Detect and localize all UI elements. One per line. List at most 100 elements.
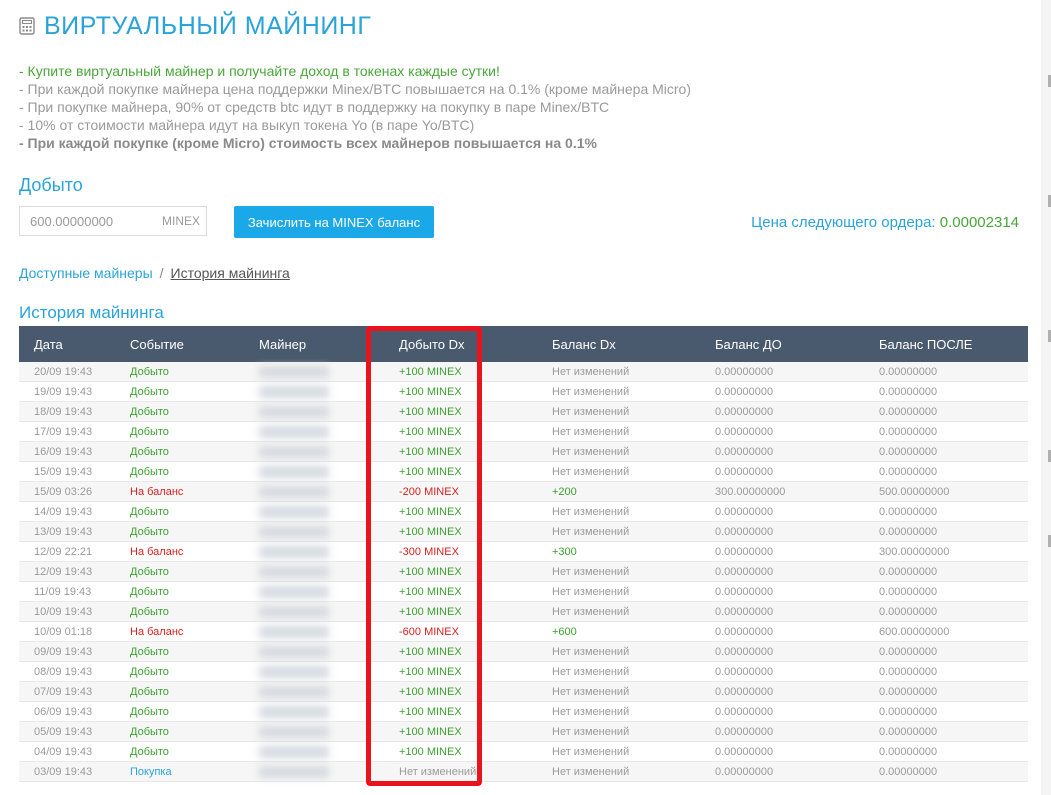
cell-balance-before: 0.00000000 xyxy=(700,521,864,542)
cell-miner xyxy=(244,761,375,782)
cell-date: 14/09 19:43 xyxy=(19,501,115,522)
cell-balance-dx: Нет изменений xyxy=(537,421,700,442)
cell-mined-dx: -200 MINEX xyxy=(375,481,537,502)
redacted-miner-name xyxy=(259,405,329,418)
redacted-miner-name xyxy=(259,565,329,578)
cell-date: 05/09 19:43 xyxy=(19,721,115,742)
cell-date: 09/09 19:43 xyxy=(19,641,115,662)
info-line: - При каждой покупке майнера цена поддер… xyxy=(19,81,691,97)
column-header-date[interactable]: Дата xyxy=(19,326,115,362)
column-header-balance-after[interactable]: Баланс ПОСЛЕ xyxy=(864,326,1028,362)
cell-balance-after: 0.00000000 xyxy=(864,741,1028,762)
cell-miner xyxy=(244,421,375,442)
cell-date: 19/09 19:43 xyxy=(19,381,115,402)
info-line: - При каждой покупке (кроме Micro) стоим… xyxy=(19,135,597,151)
cell-mined-dx: +100 MINEX xyxy=(375,741,537,762)
cell-balance-before: 0.00000000 xyxy=(700,441,864,462)
cell-balance-before: 0.00000000 xyxy=(700,601,864,622)
column-header-balance-dx[interactable]: Баланс Dx xyxy=(537,326,700,362)
page-header: ВИРТУАЛЬНЫЙ МАЙНИНГ xyxy=(18,10,371,42)
column-header-balance-before[interactable]: Баланс ДО xyxy=(700,326,864,362)
cell-balance-after: 0.00000000 xyxy=(864,441,1028,462)
next-order-price: Цена следующего ордера: 0.00002314 xyxy=(751,214,1019,231)
breadcrumb: Доступные майнеры / История майнинга xyxy=(19,265,290,281)
page-title: ВИРТУАЛЬНЫЙ МАЙНИНГ xyxy=(44,11,372,40)
cell-balance-before: 0.00000000 xyxy=(700,541,864,562)
cell-mined-dx: +100 MINEX xyxy=(375,601,537,622)
cell-mined-dx: +100 MINEX xyxy=(375,401,537,422)
cell-date: 20/09 19:43 xyxy=(19,362,115,382)
table-row: 07/09 19:43 Добыто +100 MINEX Нет изменений… xyxy=(19,681,1028,702)
cell-balance-after: 0.00000000 xyxy=(864,521,1028,542)
cell-balance-dx: Нет изменений xyxy=(537,381,700,402)
redacted-miner-name xyxy=(259,645,329,658)
cell-mined-dx: +100 MINEX xyxy=(375,721,537,742)
column-header-mined-dx[interactable]: Добыто Dx xyxy=(375,326,537,362)
cell-balance-before: 0.00000000 xyxy=(700,681,864,702)
cell-balance-after: 0.00000000 xyxy=(864,362,1028,382)
cell-date: 15/09 19:43 xyxy=(19,461,115,482)
cell-date: 10/09 19:43 xyxy=(19,601,115,622)
cell-event: Добыто xyxy=(115,741,244,762)
cell-mined-dx: +100 MINEX xyxy=(375,441,537,462)
cell-event: На баланс xyxy=(115,621,244,642)
credit-minex-button[interactable]: Зачислить на MINEX баланс xyxy=(234,206,434,238)
cell-date: 07/09 19:43 xyxy=(19,681,115,702)
cell-balance-dx: Нет изменений xyxy=(537,441,700,462)
table-row: 08/09 19:43 Добыто +100 MINEX Нет изменений… xyxy=(19,661,1028,682)
cell-date: 13/09 19:43 xyxy=(19,521,115,542)
breadcrumb-available-miners[interactable]: Доступные майнеры xyxy=(19,265,153,281)
cell-event: Добыто xyxy=(115,561,244,582)
cell-balance-dx: Нет изменений xyxy=(537,601,700,622)
redacted-miner-name xyxy=(259,385,329,398)
cell-miner xyxy=(244,461,375,482)
cell-event: Добыто xyxy=(115,521,244,542)
cell-balance-dx: Нет изменений xyxy=(537,401,700,422)
redacted-miner-name xyxy=(259,625,329,638)
cell-balance-after: 0.00000000 xyxy=(864,421,1028,442)
cell-balance-after: 0.00000000 xyxy=(864,721,1028,742)
cell-balance-before: 0.00000000 xyxy=(700,501,864,522)
cell-balance-before: 0.00000000 xyxy=(700,621,864,642)
redacted-miner-name xyxy=(259,705,329,718)
table-row: 06/09 19:43 Добыто +100 MINEX Нет изменений… xyxy=(19,701,1028,722)
info-block: - Купите виртуальный майнер и получайте … xyxy=(19,62,691,152)
column-header-miner[interactable]: Майнер xyxy=(244,326,375,362)
column-header-event[interactable]: Событие xyxy=(115,326,244,362)
minex-amount-input[interactable] xyxy=(20,207,162,235)
cell-balance-after: 0.00000000 xyxy=(864,581,1028,602)
cell-mined-dx: -600 MINEX xyxy=(375,621,537,642)
redacted-miner-name xyxy=(259,505,329,518)
cell-event: Добыто xyxy=(115,381,244,402)
cell-event: Добыто xyxy=(115,421,244,442)
cell-balance-dx: +300 xyxy=(537,541,700,562)
cell-balance-after: 0.00000000 xyxy=(864,561,1028,582)
cell-balance-before: 0.00000000 xyxy=(700,661,864,682)
cell-date: 12/09 22:21 xyxy=(19,541,115,562)
cell-mined-dx: +100 MINEX xyxy=(375,701,537,722)
breadcrumb-mining-history[interactable]: История майнинга xyxy=(171,265,290,281)
cell-balance-after: 500.00000000 xyxy=(864,481,1028,502)
table-row: 09/09 19:43 Добыто +100 MINEX Нет изменений… xyxy=(19,641,1028,662)
cell-mined-dx: +100 MINEX xyxy=(375,501,537,522)
table-header-row: Дата Событие Майнер Добыто Dx Баланс Dx … xyxy=(19,326,1028,362)
cell-miner xyxy=(244,641,375,662)
cell-balance-after: 300.00000000 xyxy=(864,541,1028,562)
mined-heading: Добыто xyxy=(19,175,83,195)
cell-event: Добыто xyxy=(115,721,244,742)
cell-miner xyxy=(244,701,375,722)
cell-miner xyxy=(244,581,375,602)
table-row: 16/09 19:43 Добыто +100 MINEX Нет изменений… xyxy=(19,441,1028,462)
table-row: 13/09 19:43 Добыто +100 MINEX Нет изменений… xyxy=(19,521,1028,542)
cell-miner xyxy=(244,501,375,522)
cell-mined-dx: -300 MINEX xyxy=(375,541,537,562)
cell-balance-dx: Нет изменений xyxy=(537,721,700,742)
cell-balance-after: 0.00000000 xyxy=(864,461,1028,482)
page-scrollbar[interactable] xyxy=(1041,0,1051,795)
cell-event: На баланс xyxy=(115,481,244,502)
cell-balance-dx: Нет изменений xyxy=(537,561,700,582)
history-heading: История майнинга xyxy=(19,303,164,322)
cell-balance-before: 0.00000000 xyxy=(700,362,864,382)
cell-event: Добыто xyxy=(115,362,244,382)
info-line: - Купите виртуальный майнер и получайте … xyxy=(19,63,500,79)
